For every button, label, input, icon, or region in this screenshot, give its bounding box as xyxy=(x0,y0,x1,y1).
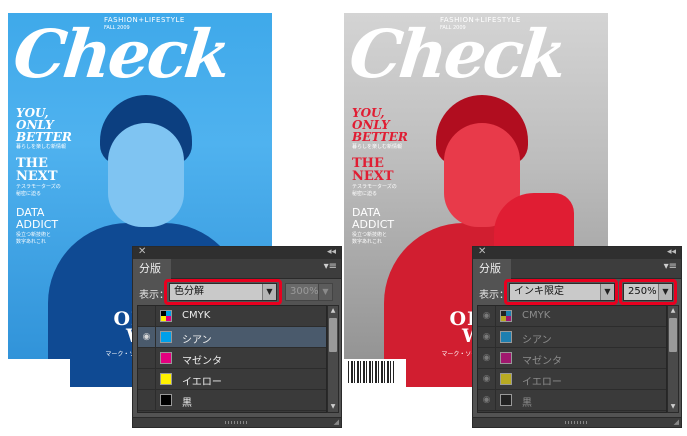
blurb-title-line: BETTER xyxy=(16,130,72,144)
blurb-subtitle: 役立つ新技術と xyxy=(16,232,52,238)
color-swatch xyxy=(160,352,172,364)
panel-menu-icon[interactable]: ▾≡ xyxy=(324,261,337,272)
scroll-thumb[interactable] xyxy=(329,318,337,352)
blurb-subtitle: 数字あれこれ xyxy=(352,239,383,245)
eye-icon[interactable]: ◉ xyxy=(478,369,496,390)
blurb-subtitle: 暮らしを楽しむ新情報 xyxy=(16,144,67,150)
blurb-title-line: DATA xyxy=(16,206,45,219)
eye-icon[interactable]: ◉ xyxy=(478,390,496,411)
blurb-title-line: BETTER xyxy=(352,130,408,144)
scroll-up-icon[interactable]: ▲ xyxy=(668,306,678,316)
color-swatch xyxy=(160,373,172,385)
panel-resize-grip[interactable]: ◢ xyxy=(473,417,681,427)
eye-icon[interactable]: ◉ xyxy=(478,348,496,369)
ink-row-cmyk[interactable]: CMYK xyxy=(138,306,326,327)
color-swatch xyxy=(500,394,512,406)
blurb-title-line: DATA xyxy=(352,206,381,219)
resize-icon[interactable]: ◢ xyxy=(674,418,679,426)
blurb-subtitle: 秘密に迫る xyxy=(16,191,42,197)
panel-titlebar[interactable]: ✕ ◂◂ xyxy=(473,246,681,259)
cover-issue: FALL 2009 xyxy=(440,25,466,31)
eye-icon[interactable]: ◉ xyxy=(478,327,496,348)
ink-list: CMYK ◉ シアン マゼンタ イエロー 黒 xyxy=(137,305,327,413)
blurb-title-line: NEXT xyxy=(352,169,394,184)
close-icon[interactable]: ✕ xyxy=(138,246,146,258)
blurb-title-line: ADDICT xyxy=(352,218,395,231)
separations-panel-left: ✕ ◂◂ 分版 ▾≡ 表示： 色分解 ▼ 300% ▼ CMYK ◉ シアン マ… xyxy=(132,246,342,428)
blurb-title-line: ADDICT xyxy=(16,218,59,231)
ink-row-cyan[interactable]: ◉ シアン xyxy=(478,327,666,348)
highlight-mode xyxy=(164,279,282,305)
ink-row-black[interactable]: ◉ 黒 xyxy=(478,390,666,411)
resize-icon[interactable]: ◢ xyxy=(334,418,339,426)
color-swatch xyxy=(500,352,512,364)
panel-menu-icon[interactable]: ▾≡ xyxy=(664,261,677,272)
cover-issue: FALL 2009 xyxy=(104,25,130,31)
blurb-title-line: NEXT xyxy=(16,169,58,184)
panel-resize-grip[interactable]: ◢ xyxy=(133,417,341,427)
blurb-subtitle: 秘密に迫る xyxy=(352,191,378,197)
cmyk-swatch-icon xyxy=(500,310,512,322)
scroll-down-icon[interactable]: ▼ xyxy=(668,402,678,412)
ink-list-scrollbar[interactable]: ▲ ▼ xyxy=(327,305,339,413)
blurb-subtitle: テスラモーターズの xyxy=(16,184,61,190)
ink-row-cyan[interactable]: ◉ シアン xyxy=(138,327,326,348)
zoom-select[interactable]: 300% ▼ xyxy=(285,283,333,301)
scroll-down-icon[interactable]: ▼ xyxy=(328,402,338,412)
blurb-subtitle: 数字あれこれ xyxy=(16,239,47,245)
blurb-subtitle: テスラモーターズの xyxy=(352,184,397,190)
tab-separations[interactable]: 分版 xyxy=(473,259,511,279)
cover-tagline: FASHION+LIFESTYLE xyxy=(104,16,185,24)
close-icon[interactable]: ✕ xyxy=(478,246,486,258)
ink-list: ◉ CMYK ◉ シアン ◉ マゼンタ ◉ イエロー ◉ 黒 xyxy=(477,305,667,413)
ink-row-yellow[interactable]: イエロー xyxy=(138,369,326,390)
color-swatch xyxy=(500,373,512,385)
barcode-area xyxy=(344,359,406,387)
eye-icon[interactable]: ◉ xyxy=(478,306,496,327)
color-swatch xyxy=(500,331,512,343)
highlight-zoom xyxy=(619,279,677,305)
color-swatch xyxy=(160,331,172,343)
ink-list-scrollbar[interactable]: ▲ ▼ xyxy=(667,305,679,413)
barcode-area xyxy=(8,359,70,387)
ink-row-cmyk[interactable]: ◉ CMYK xyxy=(478,306,666,327)
color-swatch xyxy=(160,394,172,406)
tab-separations[interactable]: 分版 xyxy=(133,259,171,279)
scroll-thumb[interactable] xyxy=(669,318,677,352)
eye-icon[interactable]: ◉ xyxy=(138,327,156,348)
visibility-toggle[interactable] xyxy=(138,348,156,369)
visibility-toggle[interactable] xyxy=(138,306,156,327)
blurb-subtitle: 暮らしを楽しむ新情報 xyxy=(352,144,403,150)
visibility-toggle[interactable] xyxy=(138,369,156,390)
panel-titlebar[interactable]: ✕ ◂◂ xyxy=(133,246,341,259)
ink-row-magenta[interactable]: ◉ マゼンタ xyxy=(478,348,666,369)
barcode xyxy=(348,361,394,383)
separations-panel-right: ✕ ◂◂ 分版 ▾≡ 表示： インキ限定 ▼ 250% ▼ ◉ CMYK ◉ シ… xyxy=(472,246,682,428)
blurb-subtitle: 役立つ新技術と xyxy=(352,232,388,238)
ink-row-black[interactable]: 黒 xyxy=(138,390,326,411)
chevron-down-icon: ▼ xyxy=(318,284,332,300)
ink-row-yellow[interactable]: ◉ イエロー xyxy=(478,369,666,390)
cmyk-swatch-icon xyxy=(160,310,172,322)
visibility-toggle[interactable] xyxy=(138,390,156,411)
collapse-icon[interactable]: ◂◂ xyxy=(667,246,676,258)
scroll-up-icon[interactable]: ▲ xyxy=(328,306,338,316)
ink-row-magenta[interactable]: マゼンタ xyxy=(138,348,326,369)
cover-tagline: FASHION+LIFESTYLE xyxy=(440,16,521,24)
highlight-mode xyxy=(504,279,618,305)
collapse-icon[interactable]: ◂◂ xyxy=(327,246,336,258)
